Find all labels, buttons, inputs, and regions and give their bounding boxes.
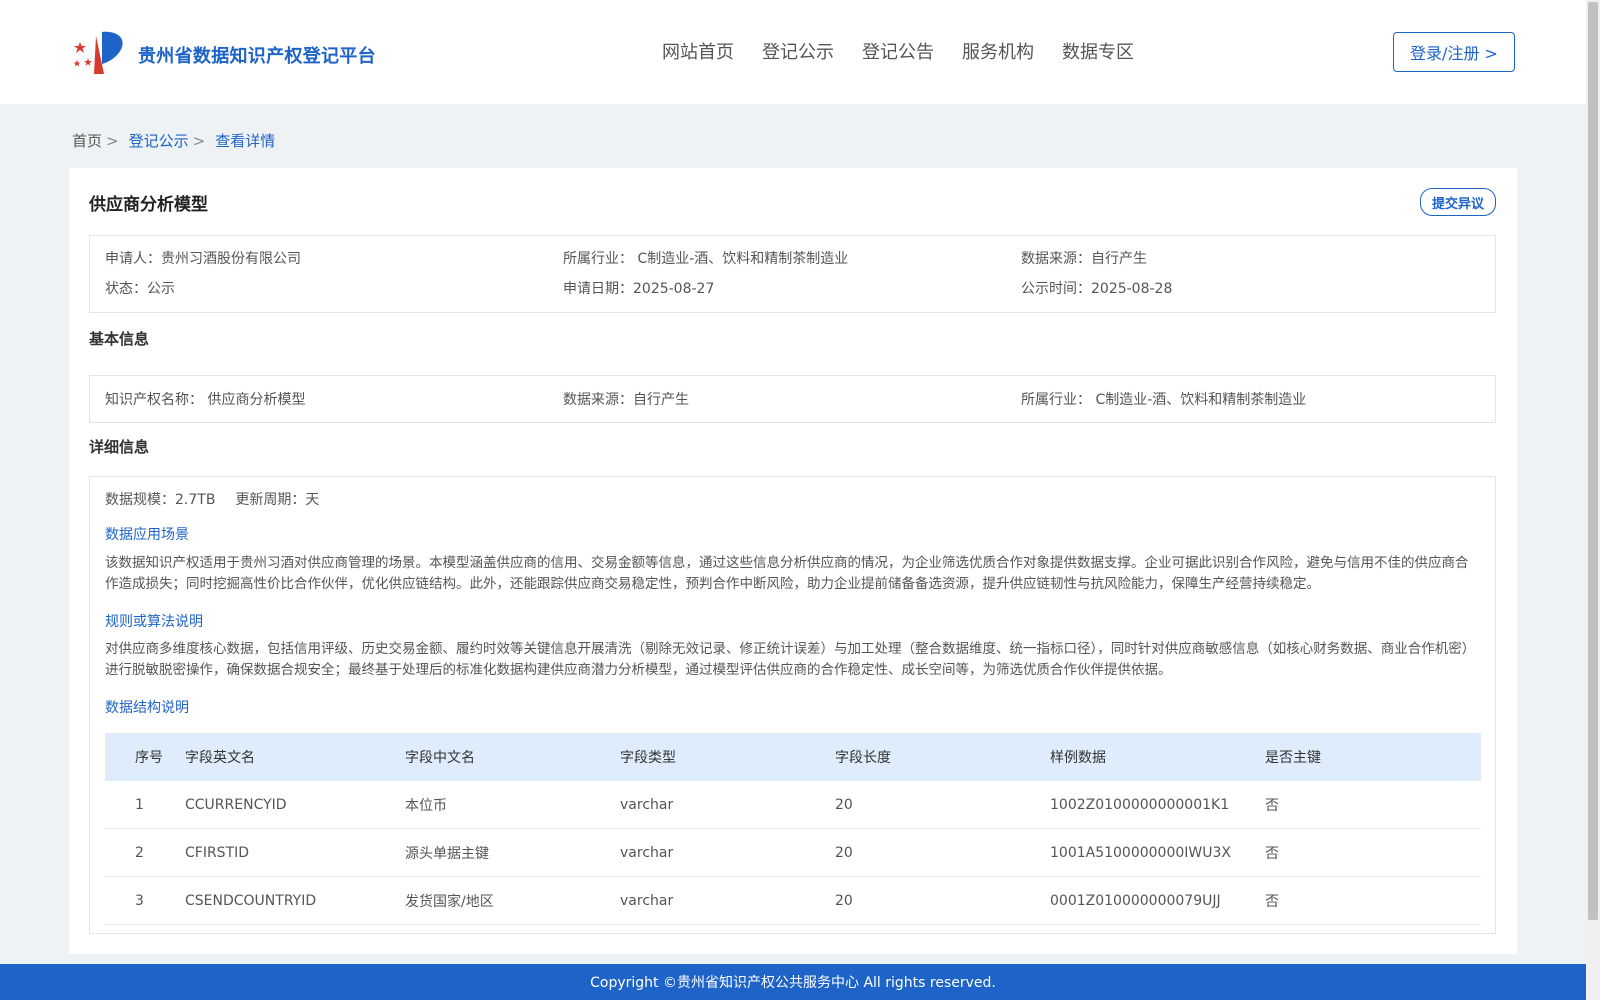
status-field: 状态：公示 bbox=[105, 281, 175, 297]
cell-primary-key: 否 bbox=[1265, 828, 1481, 877]
breadcrumb-current: 查看详情 bbox=[215, 132, 276, 150]
site-title[interactable]: 贵州省数据知识产权登记平台 bbox=[138, 42, 376, 68]
table-row: 3 CSENDCOUNTRYID 发货国家/地区 varchar 20 0001… bbox=[105, 876, 1481, 925]
page-title: 供应商分析模型 bbox=[89, 195, 208, 215]
main-nav: 网站首页 登记公示 登记公告 服务机构 数据专区 bbox=[662, 38, 1134, 64]
rules-text: 对供应商多维度核心数据，包括信用评级、历史交易金额、履约时效等关键信息开展清洗（… bbox=[105, 641, 1476, 678]
cell-cn-name: 源头单据主键 bbox=[405, 828, 620, 877]
basic-info-box: 知识产权名称： 供应商分析模型 数据来源：自行产生 所属行业： C制造业-酒、饮… bbox=[89, 375, 1496, 423]
cell-index: 3 bbox=[105, 876, 185, 925]
cell-type: varchar bbox=[620, 828, 835, 877]
col-header-en-name: 字段英文名 bbox=[185, 750, 255, 766]
submit-objection-button[interactable]: 提交异议 bbox=[1420, 188, 1496, 216]
breadcrumb-separator: > bbox=[106, 132, 119, 150]
breadcrumb-publicity[interactable]: 登记公示 bbox=[129, 132, 189, 150]
cell-sample: 1001A5100000000IWU3X bbox=[1050, 828, 1265, 877]
breadcrumb-separator: > bbox=[192, 132, 206, 150]
data-scale: 数据规模：2.7TB bbox=[105, 492, 216, 508]
cell-cn-name: 本位币 bbox=[405, 781, 620, 829]
copyright-text: Copyright ©贵州省知识产权公共服务中心 All rights rese… bbox=[590, 975, 996, 991]
col-header-length: 字段长度 bbox=[835, 750, 891, 766]
industry-field: 所属行业： C制造业-酒、饮料和精制茶制造业 bbox=[563, 251, 849, 267]
basic-info-title: 基本信息 bbox=[89, 330, 150, 348]
cell-type: varchar bbox=[620, 781, 835, 829]
update-cycle: 更新周期：天 bbox=[235, 492, 320, 508]
structure-title: 数据结构说明 bbox=[105, 700, 189, 716]
cell-sample: 1002Z0100000000001K1 bbox=[1050, 781, 1265, 829]
cell-length: 20 bbox=[835, 828, 1050, 877]
source-field: 数据来源：自行产生 bbox=[1021, 251, 1147, 267]
top-header: 贵州省数据知识产权登记平台 网站首页 登记公示 登记公告 服务机构 数据专区 登… bbox=[0, 0, 1586, 104]
applicant-field: 申请人：贵州习酒股份有限公司 bbox=[105, 251, 301, 267]
rules-title: 规则或算法说明 bbox=[105, 614, 203, 630]
meta-info-box: 申请人：贵州习酒股份有限公司 所属行业： C制造业-酒、饮料和精制茶制造业 数据… bbox=[89, 235, 1496, 313]
breadcrumb: 首页 > 登记公示 > 查看详情 bbox=[72, 130, 279, 151]
cell-length: 20 bbox=[835, 781, 1050, 829]
cell-en-name: CSENDCOUNTRYID bbox=[185, 876, 405, 925]
data-structure-table: 序号 字段英文名 字段中文名 字段类型 字段长度 样例数据 是否主键 1 CCU… bbox=[105, 733, 1481, 925]
cell-length: 20 bbox=[835, 876, 1050, 925]
detail-card: 供应商分析模型 提交异议 申请人：贵州习酒股份有限公司 所属行业： C制造业-酒… bbox=[69, 168, 1517, 954]
nav-home[interactable]: 网站首页 bbox=[662, 38, 734, 64]
basic-source-field: 数据来源：自行产生 bbox=[563, 392, 689, 408]
cell-en-name: CCURRENCYID bbox=[185, 781, 405, 829]
cell-index: 2 bbox=[105, 828, 185, 877]
cell-type: varchar bbox=[620, 876, 835, 925]
nav-data-zone[interactable]: 数据专区 bbox=[1062, 38, 1134, 64]
login-register-button[interactable]: 登录/注册 > bbox=[1393, 32, 1515, 72]
cell-sample: 0001Z010000000079UJJ bbox=[1050, 876, 1265, 925]
basic-industry-field: 所属行业： C制造业-酒、饮料和精制茶制造业 bbox=[1021, 392, 1307, 408]
scrollbar-thumb[interactable] bbox=[1588, 2, 1598, 920]
platform-logo-icon[interactable] bbox=[72, 28, 130, 78]
table-row: 1 CCURRENCYID 本位币 varchar 20 1002Z010000… bbox=[105, 781, 1481, 829]
detail-info-title: 详细信息 bbox=[89, 438, 150, 456]
cell-primary-key: 否 bbox=[1265, 781, 1481, 829]
col-header-primary-key: 是否主键 bbox=[1265, 750, 1321, 766]
scenario-title: 数据应用场景 bbox=[105, 527, 189, 543]
ip-name-field: 知识产权名称： 供应商分析模型 bbox=[105, 392, 306, 408]
publicity-date-field: 公示时间：2025-08-28 bbox=[1021, 281, 1173, 297]
page-scrollbar[interactable] bbox=[1586, 0, 1600, 1000]
nav-announcement[interactable]: 登记公告 bbox=[862, 38, 934, 64]
col-header-type: 字段类型 bbox=[620, 750, 676, 766]
table-header-row: 序号 字段英文名 字段中文名 字段类型 字段长度 样例数据 是否主键 bbox=[105, 733, 1481, 781]
cell-en-name: CFIRSTID bbox=[185, 828, 405, 877]
scenario-text: 该数据知识产权适用于贵州习酒对供应商管理的场景。本模型涵盖供应商的信用、交易金额… bbox=[105, 555, 1469, 592]
breadcrumb-home[interactable]: 首页 bbox=[72, 132, 102, 150]
col-header-cn-name: 字段中文名 bbox=[405, 750, 475, 766]
nav-publicity[interactable]: 登记公示 bbox=[762, 38, 834, 64]
apply-date-field: 申请日期：2025-08-27 bbox=[563, 281, 715, 297]
cell-primary-key: 否 bbox=[1265, 876, 1481, 925]
col-header-sample: 样例数据 bbox=[1050, 750, 1106, 766]
col-header-index: 序号 bbox=[135, 750, 163, 766]
nav-service-agencies[interactable]: 服务机构 bbox=[962, 38, 1034, 64]
table-row: 2 CFIRSTID 源头单据主键 varchar 20 1001A510000… bbox=[105, 828, 1481, 877]
detail-info-box: 数据规模：2.7TB 更新周期：天 数据应用场景 该数据知识产权适用于贵州习酒对供… bbox=[89, 476, 1496, 934]
page-footer: Copyright ©贵州省知识产权公共服务中心 All rights rese… bbox=[0, 964, 1586, 1000]
cell-cn-name: 发货国家/地区 bbox=[405, 876, 620, 925]
cell-index: 1 bbox=[105, 781, 185, 829]
